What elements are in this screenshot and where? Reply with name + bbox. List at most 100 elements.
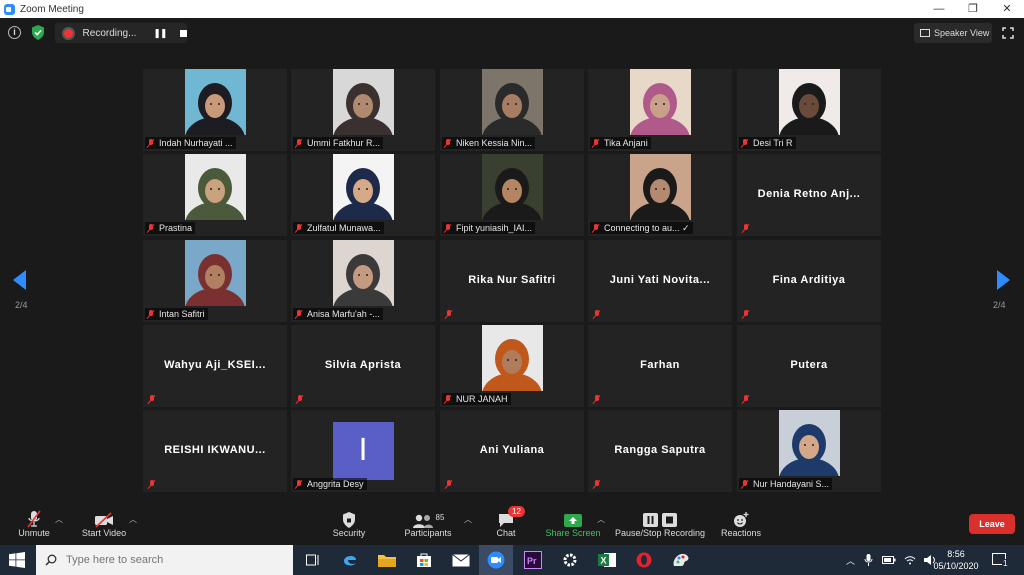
participant-name: Anggrita Desy [307,479,364,489]
participant-tile[interactable]: Desi Tri R [737,69,881,151]
participants-count: 85 [435,513,445,522]
participant-tile[interactable]: Ani Yuliana [440,410,584,492]
participant-tile[interactable]: Indah Nurhayati ... [143,69,287,151]
participant-tile[interactable]: Anisa Marfu'ah -... [291,240,435,322]
zoom-taskbar-icon[interactable] [479,545,513,575]
participant-tile[interactable]: Fipit yuniasih_IAI... [440,154,584,236]
svg-text:Pr: Pr [527,556,537,566]
start-video-button[interactable]: Start Video [80,508,128,538]
participant-video-feed [629,154,691,220]
muted-microphone-icon [295,138,303,148]
pause-recording-icon[interactable]: ❚❚ [153,28,167,39]
participant-name-label: Ummi Fatkhur R... [293,137,384,149]
participant-video-feed [332,69,394,135]
meeting-info-icon[interactable]: i [8,26,21,39]
participant-tile[interactable]: Rika Nur Safitri [440,240,584,322]
participant-tile[interactable]: NUR JANAH [440,325,584,407]
muted-microphone-icon [742,310,750,319]
participant-tile[interactable]: Tika Anjani [588,69,732,151]
participant-name: Fina Arditiya [772,273,846,286]
taskbar-search-input[interactable] [66,554,266,566]
speaker-view-button[interactable]: Speaker View [914,23,992,43]
meeting-toolbar: Unmute ︿ Start Video ︿ Security 85 Parti… [0,500,1024,545]
participants-options-chevron-icon[interactable]: ︿ [464,514,472,525]
participant-tile[interactable]: REISHI IKWANU... [143,410,287,492]
settings-gear-icon[interactable] [553,545,587,575]
participant-tile[interactable]: Intan Safitri [143,240,287,322]
participant-tile[interactable]: Putera [737,325,881,407]
muted-microphone-icon [148,395,156,404]
participant-name-label: Anggrita Desy [293,478,367,490]
windows-start-icon[interactable] [9,552,25,568]
security-button[interactable]: Security [330,508,368,538]
close-button[interactable]: ✕ [990,0,1024,18]
window-title: Zoom Meeting [20,3,84,15]
participant-tile[interactable]: Zulfatul Munawa... [291,154,435,236]
participant-tile[interactable]: Rangga Saputra [588,410,732,492]
participant-video-feed [481,154,543,220]
participant-name: Denia Retno Anj... [757,187,861,200]
participant-tile[interactable]: Fina Arditiya [737,240,881,322]
audio-options-chevron-icon[interactable]: ︿ [55,514,63,525]
muted-microphone-icon [296,395,304,404]
previous-page-arrow-icon[interactable] [13,270,26,290]
leave-meeting-button[interactable]: Leave [969,514,1015,534]
participant-tile[interactable]: Denia Retno Anj... [737,154,881,236]
participant-tile[interactable]: Nur Handayani S... [737,410,881,492]
reactions-button[interactable]: Reactions [720,508,762,538]
participant-video-feed [184,69,246,135]
taskbar-search-box[interactable] [36,545,293,575]
tray-chevron-up-icon[interactable]: ︿ [846,554,855,567]
participant-name-label: Anisa Marfu'ah -... [293,308,383,320]
participant-tile[interactable]: Juni Yati Novita... [588,240,732,322]
participant-tile[interactable]: Silvia Aprista [291,325,435,407]
edge-browser-icon[interactable] [333,545,367,575]
stop-recording-icon[interactable] [180,29,187,37]
participant-name-label: Prastina [145,222,196,234]
share-options-chevron-icon[interactable]: ︿ [597,514,605,525]
paint-app-icon[interactable] [664,545,698,575]
window-controls: — ❐ ✕ [922,0,1024,18]
participant-name: Fipit yuniasih_IAI... [456,223,533,233]
microsoft-store-icon[interactable] [407,545,441,575]
participant-silhouette [333,168,392,220]
participant-video-feed [184,240,246,306]
video-options-chevron-icon[interactable]: ︿ [129,514,137,525]
opera-browser-icon[interactable] [627,545,661,575]
participants-icon [412,514,433,528]
restore-button[interactable]: ❐ [956,0,990,18]
notification-count: 1 [1002,559,1009,568]
participant-tile[interactable]: Ummi Fatkhur R... [291,69,435,151]
participant-tile[interactable]: Niken Kessia Nin... [440,69,584,151]
mail-icon[interactable] [444,545,478,575]
unmute-button[interactable]: Unmute [14,508,54,538]
participant-name-label: Fipit yuniasih_IAI... [442,222,536,234]
participant-name-label: Intan Safitri [145,308,208,320]
tray-microphone-icon[interactable] [864,554,873,566]
participant-silhouette [630,168,689,220]
participant-tile[interactable]: Connecting to au... ✓ [588,154,732,236]
next-page-arrow-icon[interactable] [997,270,1010,290]
participant-tile[interactable]: I Anggrita Desy [291,410,435,492]
minimize-button[interactable]: — [922,0,956,18]
tray-battery-icon[interactable] [882,555,896,565]
tray-wifi-icon[interactable] [904,555,916,565]
excel-icon[interactable]: X [590,545,624,575]
taskbar-clock[interactable]: 8:56 05/10/2020 [930,548,982,572]
premiere-pro-icon[interactable]: Pr [516,545,550,575]
speaker-view-label: Speaker View [934,28,990,38]
participant-tile[interactable]: Farhan [588,325,732,407]
participants-button[interactable]: 85 Participants [402,508,454,538]
share-screen-button[interactable]: Share Screen [544,508,602,538]
share-screen-icon [564,514,582,527]
fullscreen-icon[interactable] [1002,27,1014,39]
participant-tile[interactable]: Prastina [143,154,287,236]
participant-name-label: Zulfatul Munawa... [293,222,384,234]
participant-tile[interactable]: Wahyu Aji_KSEI... [143,325,287,407]
task-view-icon[interactable] [296,545,330,575]
encryption-shield-icon[interactable] [31,25,45,40]
page-indicator-right: 2/4 [993,300,1006,310]
pause-stop-recording-button[interactable]: Pause/Stop Recording [614,508,706,538]
participant-silhouette [482,83,541,135]
file-explorer-icon[interactable] [370,545,404,575]
